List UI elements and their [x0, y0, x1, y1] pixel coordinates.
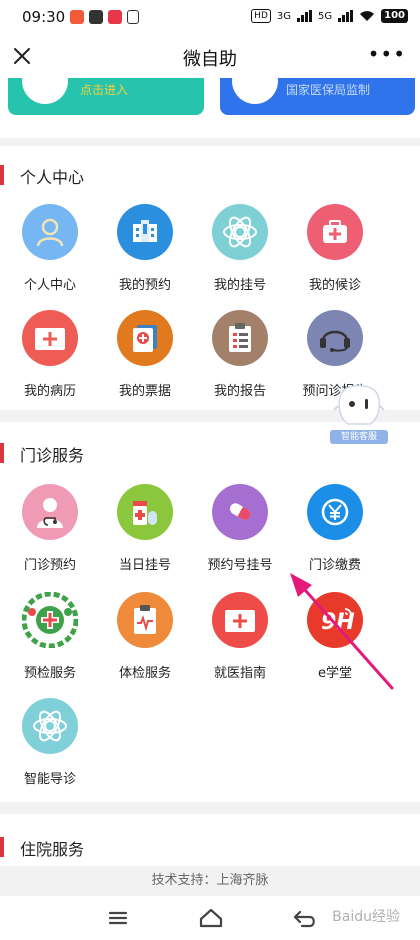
- tech-support-credit: 技术支持：上海齐脉: [0, 866, 420, 896]
- usb-notification-icon: [127, 10, 139, 24]
- yen-payment-icon: [307, 484, 363, 540]
- hd-badge: HD: [251, 9, 271, 23]
- outpatient-section: 门诊服务 门诊预约 当日挂号 预约号挂号 门诊缴费 预检服务 体检服务 就医指南…: [0, 422, 420, 802]
- signal-3g-label: 3G: [276, 10, 291, 22]
- headset-icon: [307, 310, 363, 366]
- shop-notification-icon: [108, 10, 122, 24]
- health-cross-emblem-icon: [22, 592, 78, 648]
- status-bar: 09:30 HD 3G 5G 100: [0, 0, 420, 36]
- menu-icon[interactable]: [103, 904, 133, 932]
- banner-area: 点击进入 国家医保局监制: [0, 78, 420, 138]
- personal-center-section: 个人中心 个人中心 我的预约 我的挂号 我的候诊 我的病历 我的票据 我的报告 …: [0, 146, 420, 410]
- report-clipboard-icon: [212, 310, 268, 366]
- hospital-building-icon: [117, 204, 173, 260]
- grid-item-label: 个人中心: [23, 278, 76, 293]
- ticket-emblem-icon: [212, 204, 268, 260]
- checkup-clipboard-icon: [117, 592, 173, 648]
- grid-item-label: 预约号挂号: [207, 558, 273, 573]
- section-accent-bar: [0, 837, 4, 857]
- wifi-icon: [360, 11, 375, 21]
- status-right: HD 3G 5G 100: [251, 9, 408, 23]
- grid-item-label: 门诊缴费: [308, 558, 361, 573]
- medical-kit-icon: [307, 204, 363, 260]
- grid-item-label: 智能导诊: [23, 772, 76, 787]
- first-aid-guide-icon: [212, 592, 268, 648]
- grid-item-label: 体检服务: [118, 666, 171, 681]
- banner-card-entry[interactable]: 点击进入: [8, 78, 204, 115]
- grid-item-label: 我的票据: [118, 384, 171, 399]
- medical-record-icon: [22, 310, 78, 366]
- grid-item-label: 我的挂号: [213, 278, 266, 293]
- section-accent-bar: [0, 165, 4, 185]
- capsule-pill-icon: [212, 484, 268, 540]
- check-notification-icon: [89, 10, 103, 24]
- grid-item-label: e学堂: [318, 666, 352, 681]
- banner-card-insurance[interactable]: 国家医保局监制: [220, 78, 415, 115]
- banner-circle-icon: [232, 78, 278, 104]
- back-icon[interactable]: [290, 904, 320, 932]
- e-school-icon: 9H: [307, 592, 363, 648]
- home-icon[interactable]: [196, 904, 226, 932]
- robot-label: 智能客服: [330, 430, 388, 444]
- robot-icon: [333, 385, 385, 425]
- signal-bars-icon: [338, 10, 354, 22]
- signal-bars-icon: [297, 10, 312, 22]
- grid-item-label: 我的病历: [23, 384, 76, 399]
- svg-text:9H: 9H: [321, 610, 355, 635]
- status-time: 09:30: [22, 8, 66, 26]
- grid-item-label: 预检服务: [23, 666, 76, 681]
- banner-entry-text: 点击进入: [80, 83, 129, 97]
- smart-guide-icon: [22, 698, 78, 754]
- section-accent-bar: [0, 443, 4, 463]
- section-title: 门诊服务: [20, 446, 85, 465]
- grid-item-label: 当日挂号: [118, 558, 171, 573]
- signal-5g-label: 5G: [318, 10, 333, 22]
- more-options-icon[interactable]: •••: [368, 42, 406, 66]
- inpatient-section: 住院服务: [0, 814, 420, 866]
- banner-circle-icon: [22, 78, 68, 104]
- user-icon: [22, 204, 78, 260]
- receipt-icon: [117, 310, 173, 366]
- battery-indicator: 100: [381, 9, 408, 23]
- system-nav-bar: Baidu经验: [0, 896, 420, 940]
- smart-customer-service-button[interactable]: 智能客服: [330, 384, 388, 446]
- page-title: 微自助: [183, 49, 237, 70]
- grid-item-label: 就医指南: [213, 666, 266, 681]
- grid-item-label: 我的报告: [213, 384, 266, 399]
- medicine-bottle-icon: [117, 484, 173, 540]
- banner-insurance-text: 国家医保局监制: [286, 83, 371, 97]
- grid-item-label: 我的预约: [118, 278, 171, 293]
- notification-icons: [70, 10, 139, 24]
- doctor-icon: [22, 484, 78, 540]
- app-notification-icon: [70, 10, 84, 24]
- baidu-watermark: Baidu经验: [332, 909, 400, 925]
- title-bar: 微自助 •••: [0, 36, 420, 78]
- grid-item-label: 我的候诊: [308, 278, 361, 293]
- grid-item-label: 门诊预约: [23, 558, 76, 573]
- section-title: 住院服务: [20, 840, 85, 859]
- section-title: 个人中心: [20, 168, 85, 187]
